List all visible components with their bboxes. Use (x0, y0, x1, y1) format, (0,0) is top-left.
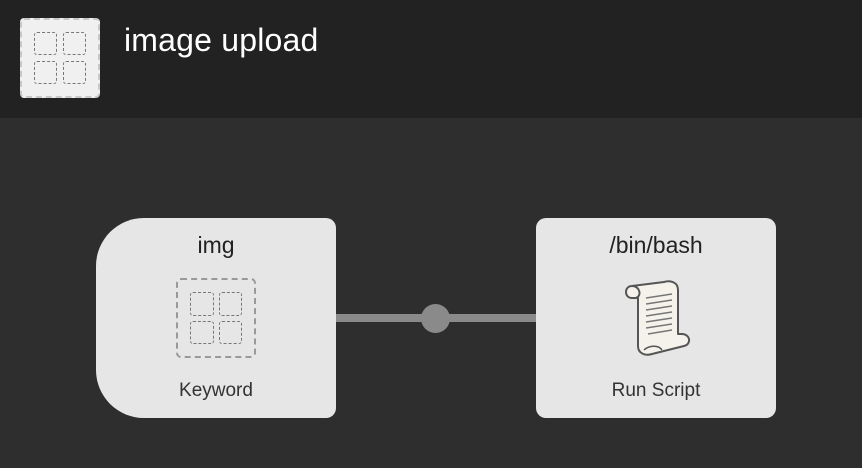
keyword-node[interactable]: img Keyword (96, 218, 336, 418)
grid-glyph (190, 292, 242, 344)
node-type-label: Keyword (179, 380, 253, 401)
run-script-node[interactable]: /bin/bash Run Script (536, 218, 776, 418)
image-grid-icon[interactable] (20, 18, 100, 98)
node-title: /bin/bash (609, 232, 703, 258)
image-grid-icon (176, 278, 256, 358)
grid-glyph (34, 32, 86, 84)
workflow-title[interactable]: image upload (124, 22, 319, 59)
node-title: img (197, 232, 235, 258)
scroll-icon (618, 276, 696, 360)
connection-handle[interactable] (421, 304, 450, 333)
node-type-label: Run Script (611, 380, 701, 401)
workflow-header: image upload (0, 0, 862, 118)
